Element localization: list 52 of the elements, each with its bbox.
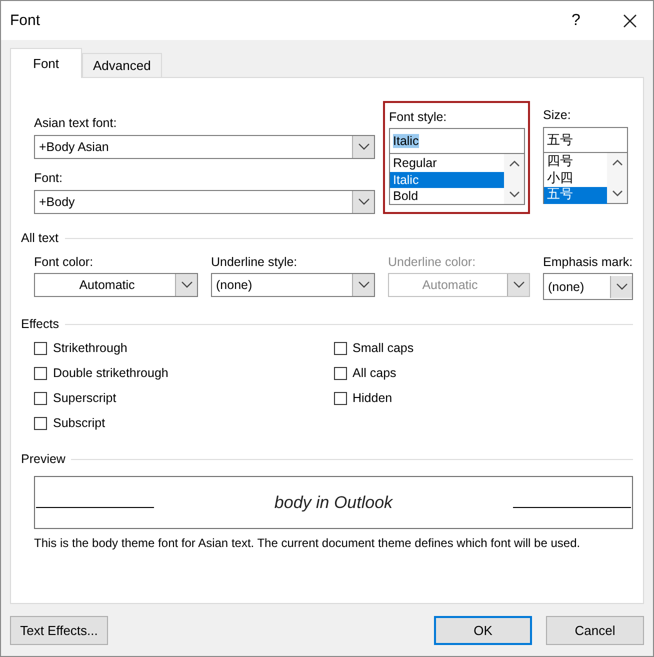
field-label: Font style: [389, 109, 448, 126]
dropdown[interactable]: (none) [543, 273, 633, 300]
checkbox-label: Small caps [352, 341, 414, 355]
size-input[interactable]: 五号 [543, 127, 628, 152]
checkbox[interactable] [34, 342, 47, 354]
checkbox-label: All caps [352, 366, 396, 380]
checkbox-label: Double strikethrough [53, 366, 168, 380]
font-combo[interactable]: +Body [34, 190, 375, 214]
tab[interactable]: Font [10, 48, 82, 78]
field-label: Underline style: [211, 254, 298, 271]
list-item[interactable]: 四号 [544, 154, 607, 170]
dropdown[interactable]: (none) [211, 273, 375, 297]
list-item[interactable]: 小四 [544, 170, 607, 187]
dialog-button[interactable]: Text Effects... [10, 616, 108, 644]
dialog-button[interactable]: OK [434, 616, 532, 644]
section-heading: Preview [21, 452, 66, 466]
scroll-down-icon[interactable] [508, 191, 520, 198]
preview-text: body in Outlook [274, 492, 393, 512]
dropdown[interactable]: Automatic [34, 273, 198, 297]
list-item[interactable]: Bold [390, 188, 504, 204]
font-style-input[interactable]: Italic [389, 128, 525, 153]
asian-font-combo[interactable]: +Body Asian [34, 135, 375, 159]
checkbox[interactable] [334, 392, 346, 404]
checkbox[interactable] [34, 366, 47, 380]
list-item[interactable]: 五号 [544, 187, 607, 204]
field-label: Underline color: [388, 254, 477, 271]
checkbox[interactable] [34, 416, 47, 430]
scroll-up-icon[interactable] [612, 159, 622, 166]
checkbox[interactable] [334, 366, 346, 380]
scroll-down-icon[interactable] [612, 190, 622, 197]
field-label: Asian text font: [34, 115, 118, 132]
preview-description: This is the body theme font for Asian text. The current document theme defines which font will be used. [34, 536, 582, 550]
close-icon [623, 14, 637, 28]
section-heading: All text [21, 231, 59, 245]
field-label: Size: [543, 107, 572, 124]
list-item[interactable]: Regular [390, 155, 504, 172]
field-label: Font: [34, 170, 64, 187]
field-label: Font color: [34, 254, 94, 271]
scroll-up-icon[interactable] [508, 160, 520, 167]
checkbox-label: Strikethrough [53, 341, 128, 355]
section-heading: Effects [21, 317, 59, 331]
tab[interactable]: Advanced [82, 53, 162, 77]
checkbox-label: Hidden [352, 391, 392, 405]
window-title: Font [10, 12, 42, 29]
checkbox[interactable] [34, 392, 47, 404]
checkbox-label: Superscript [53, 391, 116, 405]
checkbox[interactable] [334, 342, 346, 354]
list-item[interactable]: Italic [390, 172, 504, 188]
help-button[interactable]: ? [553, 1, 599, 40]
dialog-button[interactable]: Cancel [546, 616, 644, 644]
field-label: Emphasis mark: [543, 254, 633, 271]
checkbox-label: Subscript [53, 416, 106, 430]
